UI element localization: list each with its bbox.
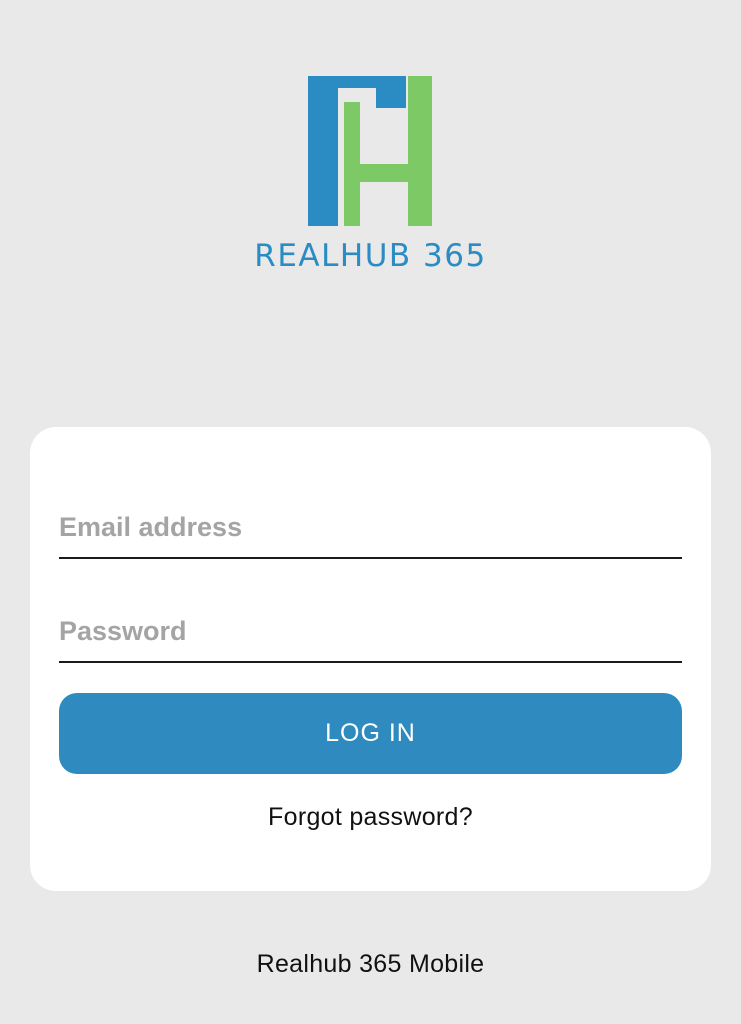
password-field[interactable]: [59, 616, 682, 647]
email-field[interactable]: [59, 512, 682, 543]
password-field-container: [59, 579, 682, 663]
realhub-logo-icon: [308, 76, 432, 226]
footer-app-name: Realhub 365 Mobile: [256, 950, 485, 978]
login-card: LOG IN Forgot password?: [30, 427, 711, 891]
brand-name: REALHUB 365: [254, 238, 487, 274]
forgot-password-link[interactable]: Forgot password?: [30, 803, 711, 832]
login-button[interactable]: LOG IN: [59, 693, 682, 774]
email-field-container: [59, 475, 682, 559]
